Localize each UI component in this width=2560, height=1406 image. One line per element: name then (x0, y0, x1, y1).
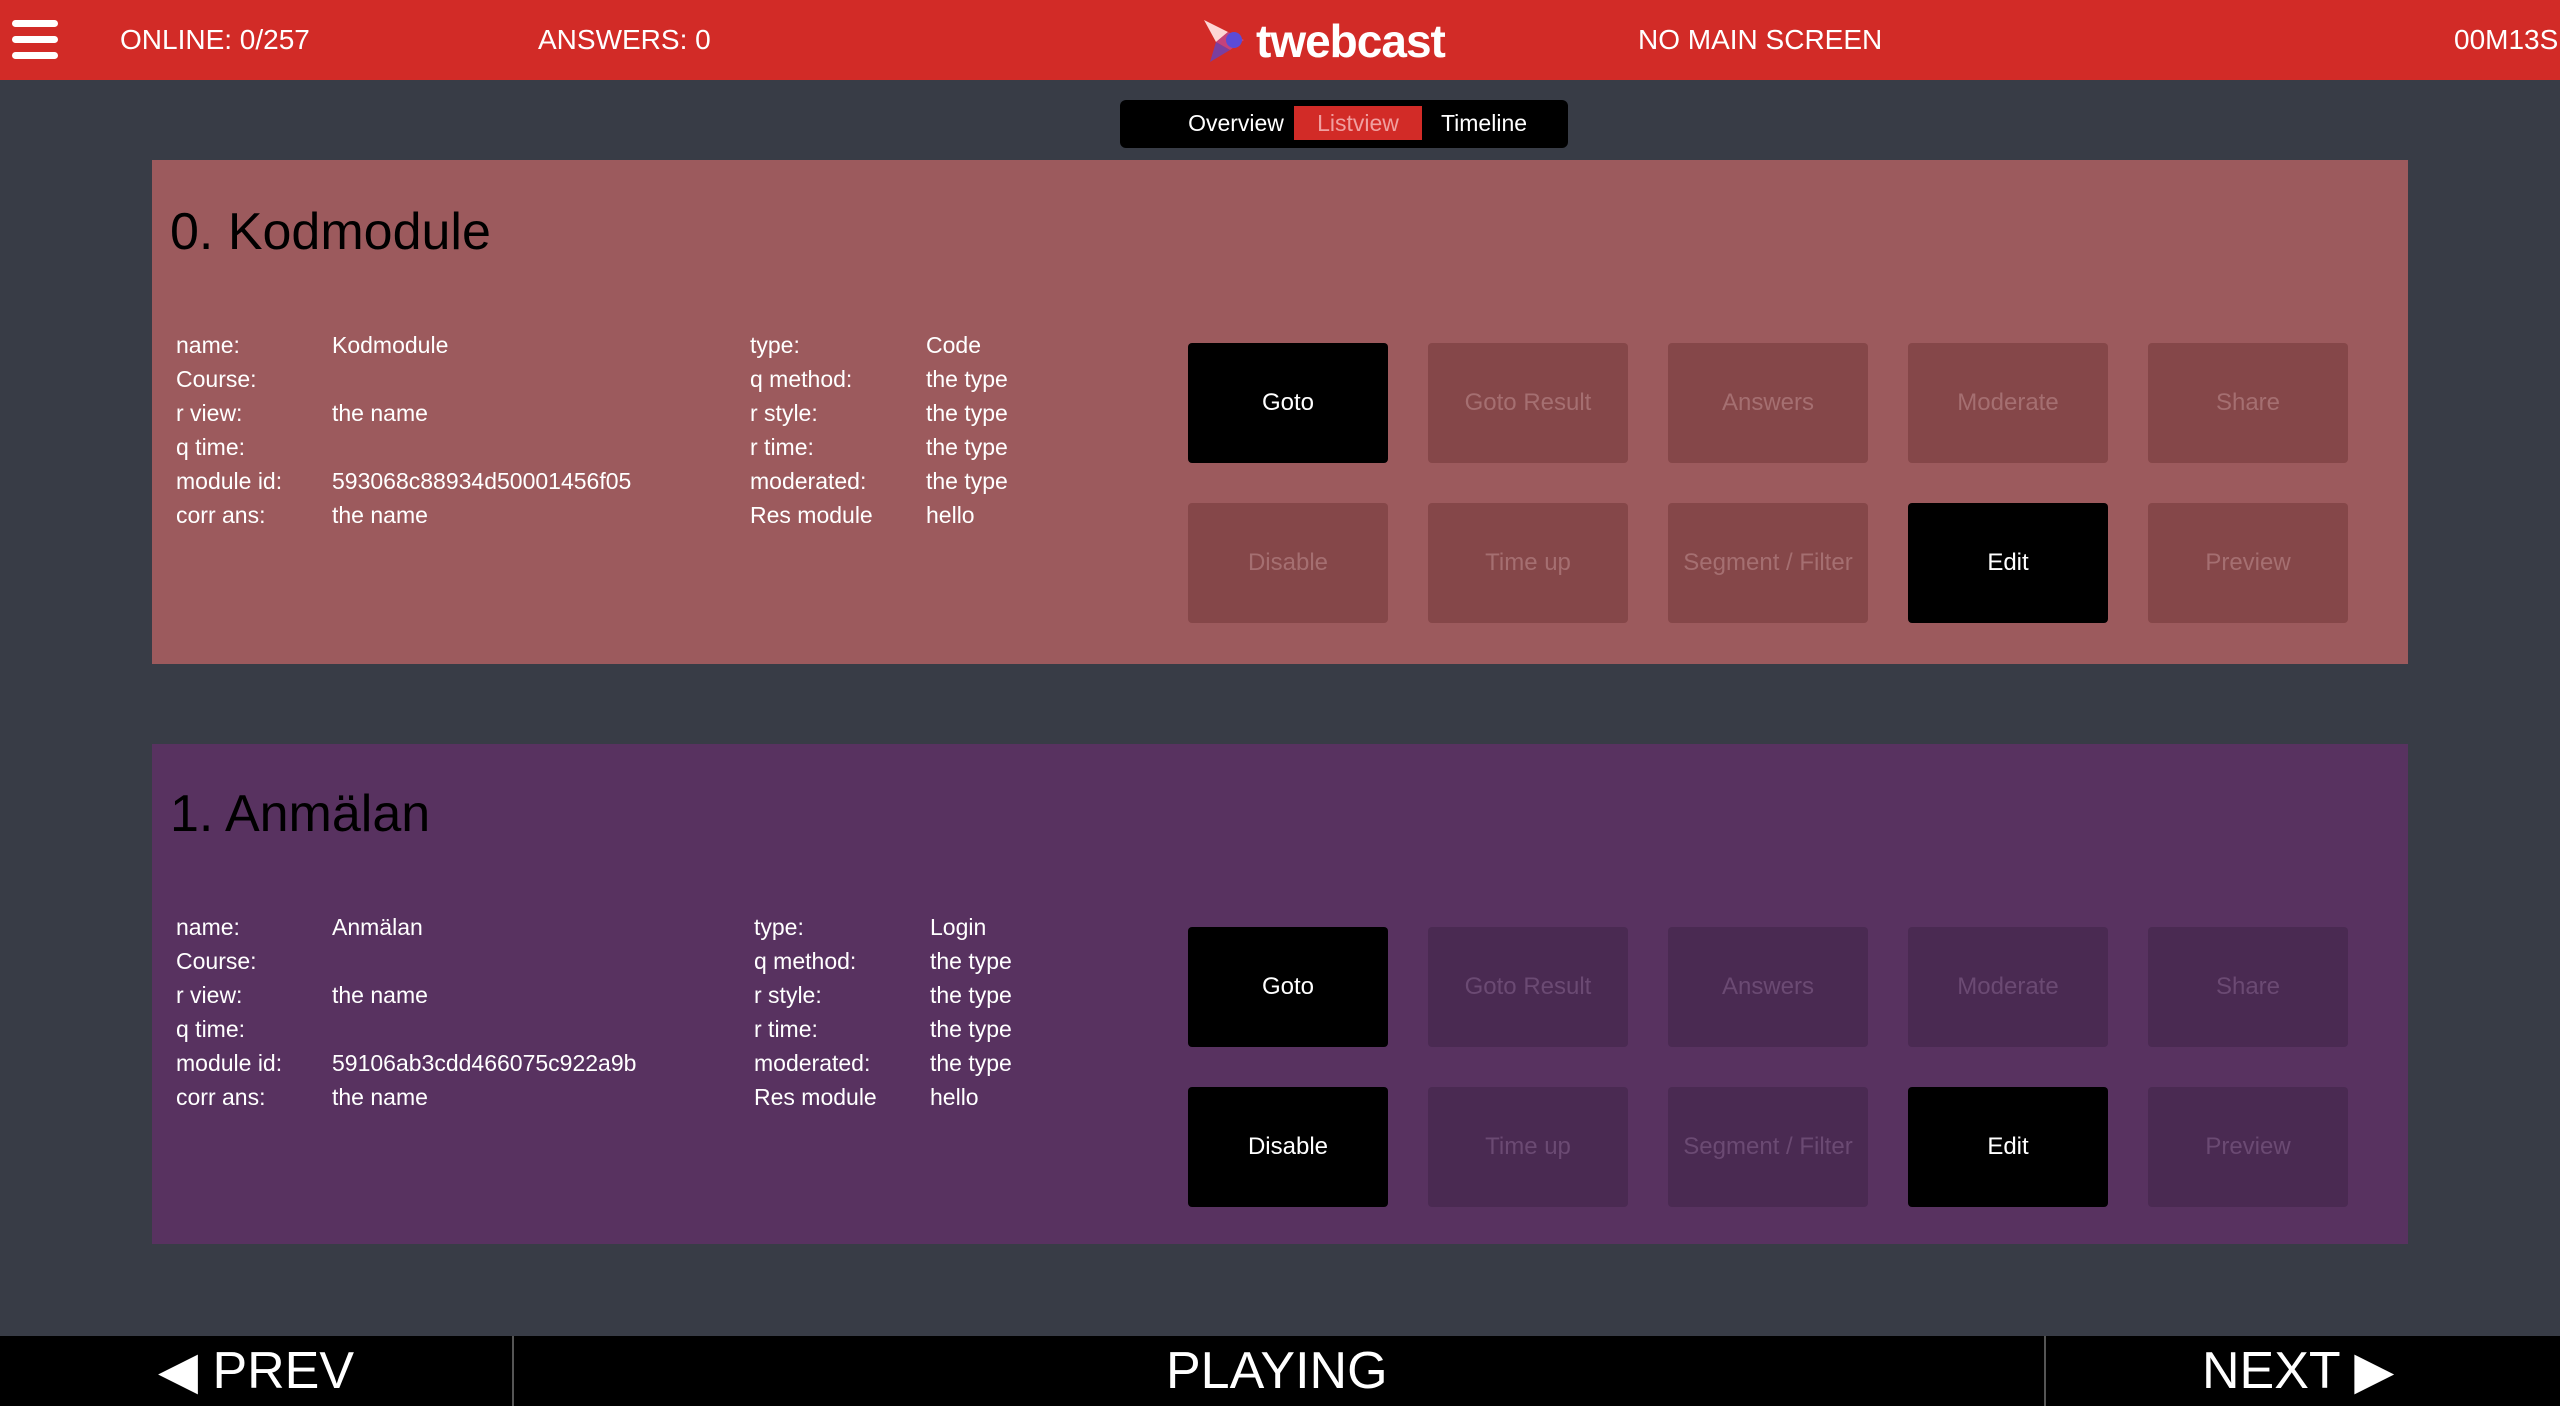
field-value: the type (926, 468, 1008, 494)
main-screen-status: NO MAIN SCREEN (1638, 24, 1883, 55)
preview-button: Preview (2148, 1087, 2348, 1207)
field-value: the name (332, 1084, 428, 1110)
tab-overview[interactable]: Overview (1180, 106, 1292, 140)
moderate-button: Moderate (1908, 927, 2108, 1047)
field-label: module id: (176, 1050, 283, 1076)
field-value: hello (930, 1084, 979, 1110)
field-value: Anmälan (332, 914, 423, 940)
module-title: 0. Kodmodule (170, 203, 491, 261)
field-value: the type (926, 434, 1008, 460)
module-card-1: 1. Anmälan name: Course: r view: q time: mod… (152, 744, 2408, 1244)
time-up-button: Time up (1428, 503, 1628, 623)
twebcast-logo-icon (1204, 20, 1244, 62)
online-count: ONLINE: 0/257 (120, 24, 310, 55)
prev-button[interactable]: ◀ PREV (158, 1336, 354, 1406)
field-label: r style: (754, 982, 822, 1008)
field-label: r time: (750, 434, 814, 460)
goto-button[interactable]: Goto (1188, 343, 1388, 463)
field-label: Course: (176, 366, 257, 392)
field-value: the type (930, 1050, 1012, 1076)
tab-timeline[interactable]: Timeline (1428, 106, 1540, 140)
moderate-button: Moderate (1908, 343, 2108, 463)
tab-listview[interactable]: Listview (1294, 106, 1422, 140)
field-label: corr ans: (176, 502, 266, 528)
field-value: the name (332, 502, 428, 528)
share-button: Share (2148, 343, 2348, 463)
divider (2044, 1336, 2046, 1406)
preview-button: Preview (2148, 503, 2348, 623)
field-label: r style: (750, 400, 818, 426)
field-value: the type (930, 982, 1012, 1008)
field-value: the type (926, 400, 1008, 426)
share-button: Share (2148, 927, 2348, 1047)
answers-button: Answers (1668, 927, 1868, 1047)
field-label: q method: (750, 366, 853, 392)
next-button[interactable]: NEXT ▶ (2202, 1336, 2394, 1406)
disable-button: Disable (1188, 503, 1388, 623)
field-label: Res module (754, 1084, 877, 1110)
field-label: q time: (176, 1016, 246, 1042)
hamburger-icon[interactable] (12, 20, 60, 60)
field-label: r view: (176, 982, 243, 1008)
field-value: the name (332, 400, 428, 426)
segment-filter-button: Segment / Filter (1668, 1087, 1868, 1207)
goto-result-button: Goto Result (1428, 343, 1628, 463)
field-label: Course: (176, 948, 257, 974)
field-value: 59106ab3cdd466075c922a9b (332, 1050, 637, 1076)
field-value: the name (332, 982, 428, 1008)
module-card-0: 0. Kodmodule name: Course: r view: q time: m… (152, 160, 2408, 664)
field-label: type: (754, 914, 804, 940)
edit-button[interactable]: Edit (1908, 503, 2108, 623)
field-label: name: (176, 914, 240, 940)
field-label: r view: (176, 400, 243, 426)
divider (512, 1336, 514, 1406)
time-up-button: Time up (1428, 1087, 1628, 1207)
field-value: Login (930, 914, 987, 940)
top-bar: ONLINE: 0/257 ANSWERS: 0 twebcast NO MAI… (0, 0, 2560, 80)
field-label: module id: (176, 468, 283, 494)
edit-button[interactable]: Edit (1908, 1087, 2108, 1207)
disable-button[interactable]: Disable (1188, 1087, 1388, 1207)
view-switcher: Overview Listview Timeline (1120, 100, 1568, 148)
field-label: corr ans: (176, 1084, 266, 1110)
answers-button: Answers (1668, 343, 1868, 463)
field-value: Kodmodule (332, 332, 449, 358)
field-label: Res module (750, 502, 873, 528)
bottom-bar: ◀ PREV PLAYING NEXT ▶ (0, 1336, 2560, 1406)
field-label: q time: (176, 434, 246, 460)
brand-logo: twebcast (1200, 14, 1470, 66)
field-label: type: (750, 332, 800, 358)
answers-count: ANSWERS: 0 (538, 24, 711, 55)
goto-result-button: Goto Result (1428, 927, 1628, 1047)
brand-name: twebcast (1256, 15, 1446, 67)
field-value: the type (930, 1016, 1012, 1042)
segment-filter-button: Segment / Filter (1668, 503, 1868, 623)
field-value: the type (930, 948, 1012, 974)
field-label: moderated: (750, 468, 867, 494)
field-label: q method: (754, 948, 857, 974)
field-value: 593068c88934d50001456f05 (332, 468, 632, 494)
field-value: Code (926, 332, 981, 358)
field-value: hello (926, 502, 975, 528)
module-title: 1. Anmälan (170, 785, 431, 843)
goto-button[interactable]: Goto (1188, 927, 1388, 1047)
field-label: moderated: (754, 1050, 871, 1076)
field-value: the type (926, 366, 1008, 392)
elapsed-timer: 00M13S (2454, 24, 2559, 55)
field-label: name: (176, 332, 240, 358)
playing-status: PLAYING (1166, 1342, 1388, 1400)
field-label: r time: (754, 1016, 818, 1042)
